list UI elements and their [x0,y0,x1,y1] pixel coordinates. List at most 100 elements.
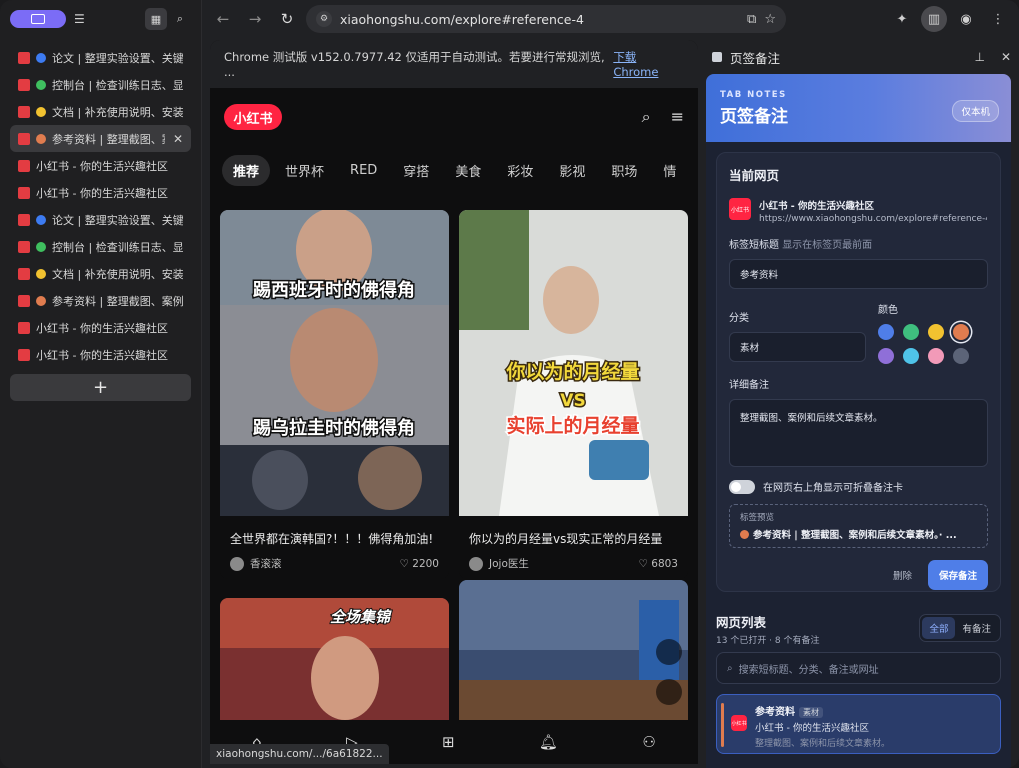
sidebar-tab[interactable]: 论文 | 整理实验设置、关键结 [10,44,191,71]
color-swatch[interactable] [953,324,969,340]
avatar[interactable] [469,556,483,571]
address-bar[interactable]: ⚙ xiaohongshu.com/explore#reference-4 ⧉ … [306,5,786,33]
hamburger-menu-icon[interactable]: ≡ [671,107,684,127]
color-dot-icon [36,295,46,306]
color-swatch[interactable] [953,348,969,364]
sidebar-tab[interactable]: 参考资料 | 整理截图、案例和 [10,287,191,314]
category-tab[interactable]: 世界杯 [274,155,335,186]
note-textarea[interactable]: 整理截图、案例和后续文章素材。 [729,399,988,467]
color-swatch[interactable] [928,348,944,364]
category-tab[interactable]: 推荐 [222,154,271,186]
save-button[interactable]: 保存备注 [928,560,988,590]
category-tag: 素材 [799,707,823,718]
sidebar-tab[interactable]: 小红书 - 你的生活兴趣社区 [10,152,191,179]
collapse-sidebar-icon[interactable]: ☰ [74,13,88,25]
tab-title: 参考资料 | 整理截图、案例和 [52,294,183,308]
reload-icon[interactable]: ↻ [274,6,300,32]
color-swatch[interactable] [903,324,919,340]
sidebar-tab[interactable]: 小红书 - 你的生活兴趣社区 [10,341,191,368]
card-caption[interactable]: 全世界都在演韩国?！！！佛得角加油! [220,520,449,548]
xhs-logo[interactable]: 小红书 [224,104,282,130]
new-tab-button[interactable]: + [10,374,191,401]
install-app-icon[interactable]: ⧉ [747,12,756,27]
url-text: xiaohongshu.com/explore#reference-4 [340,11,584,27]
sidebar-tab[interactable]: 小红书 - 你的生活兴趣社区 [10,314,191,341]
category-tab[interactable]: 美食 [444,155,492,186]
avatar[interactable] [230,556,244,571]
preview-label: 标签预览 [740,513,775,523]
sidebar-tab[interactable]: 控制台 | 检查训练日志、显存 [10,71,191,98]
category-tab[interactable]: 影视 [548,155,596,186]
close-tab-icon[interactable]: ✕ [173,132,183,146]
profile-icon[interactable]: ◉ [953,6,979,32]
tab-notes-pill-button[interactable] [10,10,66,28]
color-swatch[interactable] [878,324,894,340]
author-name[interactable]: Jojo医生 [489,556,529,571]
like-count[interactable]: ♡ 2200 [400,558,440,570]
grid-view-icon[interactable]: ▦ [145,8,167,30]
feed-card-image: 踢西班牙时的佛得角 踢乌拉圭时的佛得角 [220,210,449,516]
feed-card[interactable] [459,580,688,730]
sidebar-tab[interactable]: 文档 | 补充使用说明、安装步 [10,98,191,125]
category-tab[interactable]: 职场 [600,155,648,186]
sidebar-tab[interactable]: 文档 | 补充使用说明、安装步 [10,260,191,287]
card2-overlay-top: 你以为的月经量 [505,360,639,383]
sidebar-top-bar: ☰ ▦ ⌕ [0,0,201,38]
author-name[interactable]: 香滚滚 [250,556,282,571]
like-count[interactable]: ♡ 6803 [639,558,679,570]
bookmark-star-icon[interactable]: ☆ [764,12,776,27]
browser-window: ☰ ▦ ⌕ 论文 | 整理实验设置、关键结 控制台 | 检查训练日志、显存 文档 |… [0,0,1019,768]
sidebar-tab[interactable]: 参考资料 | 整理截图、案 ✕ [10,125,191,152]
color-dot-icon [36,79,46,90]
tab-title: 文档 | 补充使用说明、安装步 [52,105,183,119]
site-info-icon[interactable]: ⚙ [316,11,332,27]
card2-overlay-vs: VS [560,391,585,411]
sidebar-tab[interactable]: 小红书 - 你的生活兴趣社区 [10,179,191,206]
preview-text: 参考资料 | 整理截图、案例和后续文章素材。· ... [740,527,977,541]
download-chrome-link[interactable]: 下载 Chrome [613,49,684,79]
xhs-favicon-icon: 小红书 [729,198,751,220]
category-tab[interactable]: 彩妆 [496,155,544,186]
card1-overlay-bottom: 踢乌拉圭时的佛得角 [253,417,415,439]
short-title-hint: 显示在标签页最前面 [782,240,873,251]
pin-icon[interactable]: ⊥ [974,50,984,64]
color-swatch[interactable] [903,348,919,364]
xhs-favicon-icon [18,294,30,307]
filter-all-button[interactable]: 全部 [922,617,956,639]
extensions-icon[interactable]: ✦ [889,6,915,32]
category-tab[interactable]: RED [339,157,388,184]
delete-button[interactable]: 删除 [893,568,912,582]
sidebar-tab[interactable]: 控制台 | 检查训练日志、显存 [10,233,191,260]
filter-noted-button[interactable]: 有备注 [955,617,998,639]
color-swatch[interactable] [878,348,894,364]
feed-card[interactable]: 踢西班牙时的佛得角 踢乌拉圭时的佛得角 全世界都在演韩国?！！！佛得角加油! 香… [220,210,449,579]
short-title-input[interactable]: 参考资料 [729,259,988,289]
search-icon[interactable]: ⌕ [642,107,651,127]
preview-value: 参考资料 | 整理截图、案例和后续文章素材。· ... [753,530,957,541]
category-tab[interactable]: 穿搭 [392,155,440,186]
back-icon[interactable]: ← [210,6,236,32]
search-tabs-icon[interactable]: ⌕ [169,8,191,30]
feed-card[interactable]: 你以为的月经量 VS 实际上的月经量 你以为的月经量vs现实正常的月经量 Joj… [459,210,688,579]
category-tab[interactable]: 情 [652,155,687,186]
forward-icon[interactable]: → [242,6,268,32]
color-swatch[interactable] [928,324,944,340]
feed-card[interactable]: 全场集锦 [220,598,449,728]
card-caption[interactable]: 你以为的月经量vs现实正常的月经量 [459,520,688,548]
post-icon[interactable]: ⊞ [442,733,455,751]
side-panel-title: 页签备注 [730,50,781,66]
side-panel-header: 页签备注 ⊥ ✕ [704,40,1019,74]
category-label: 分类 [729,313,749,324]
category-input[interactable]: 素材 [729,332,866,362]
side-panel-icon[interactable]: ▥ [921,6,947,32]
sidebar-tab[interactable]: 论文 | 整理实验设置、关键结 [10,206,191,233]
profile-icon[interactable]: ⚇ [642,733,655,751]
floating-card-toggle[interactable] [729,479,755,494]
link-status-bubble: xiaohongshu.com/.../6a61822... [210,744,389,764]
tab-title: 小红书 - 你的生活兴趣社区 [36,159,168,173]
menu-icon[interactable]: ⋮ [985,6,1011,32]
page-list-item[interactable]: 小红书 参考资料 素材 小红书 - 你的生活兴趣社区 整理截图、案例和后续文章素材… [716,694,1001,754]
close-icon[interactable]: ✕ [1001,50,1011,64]
notification-bell-icon[interactable]: 🔔︎ [539,733,558,751]
page-search-input[interactable]: ⌕ 搜索短标题、分类、备注或网址 [716,652,1001,684]
